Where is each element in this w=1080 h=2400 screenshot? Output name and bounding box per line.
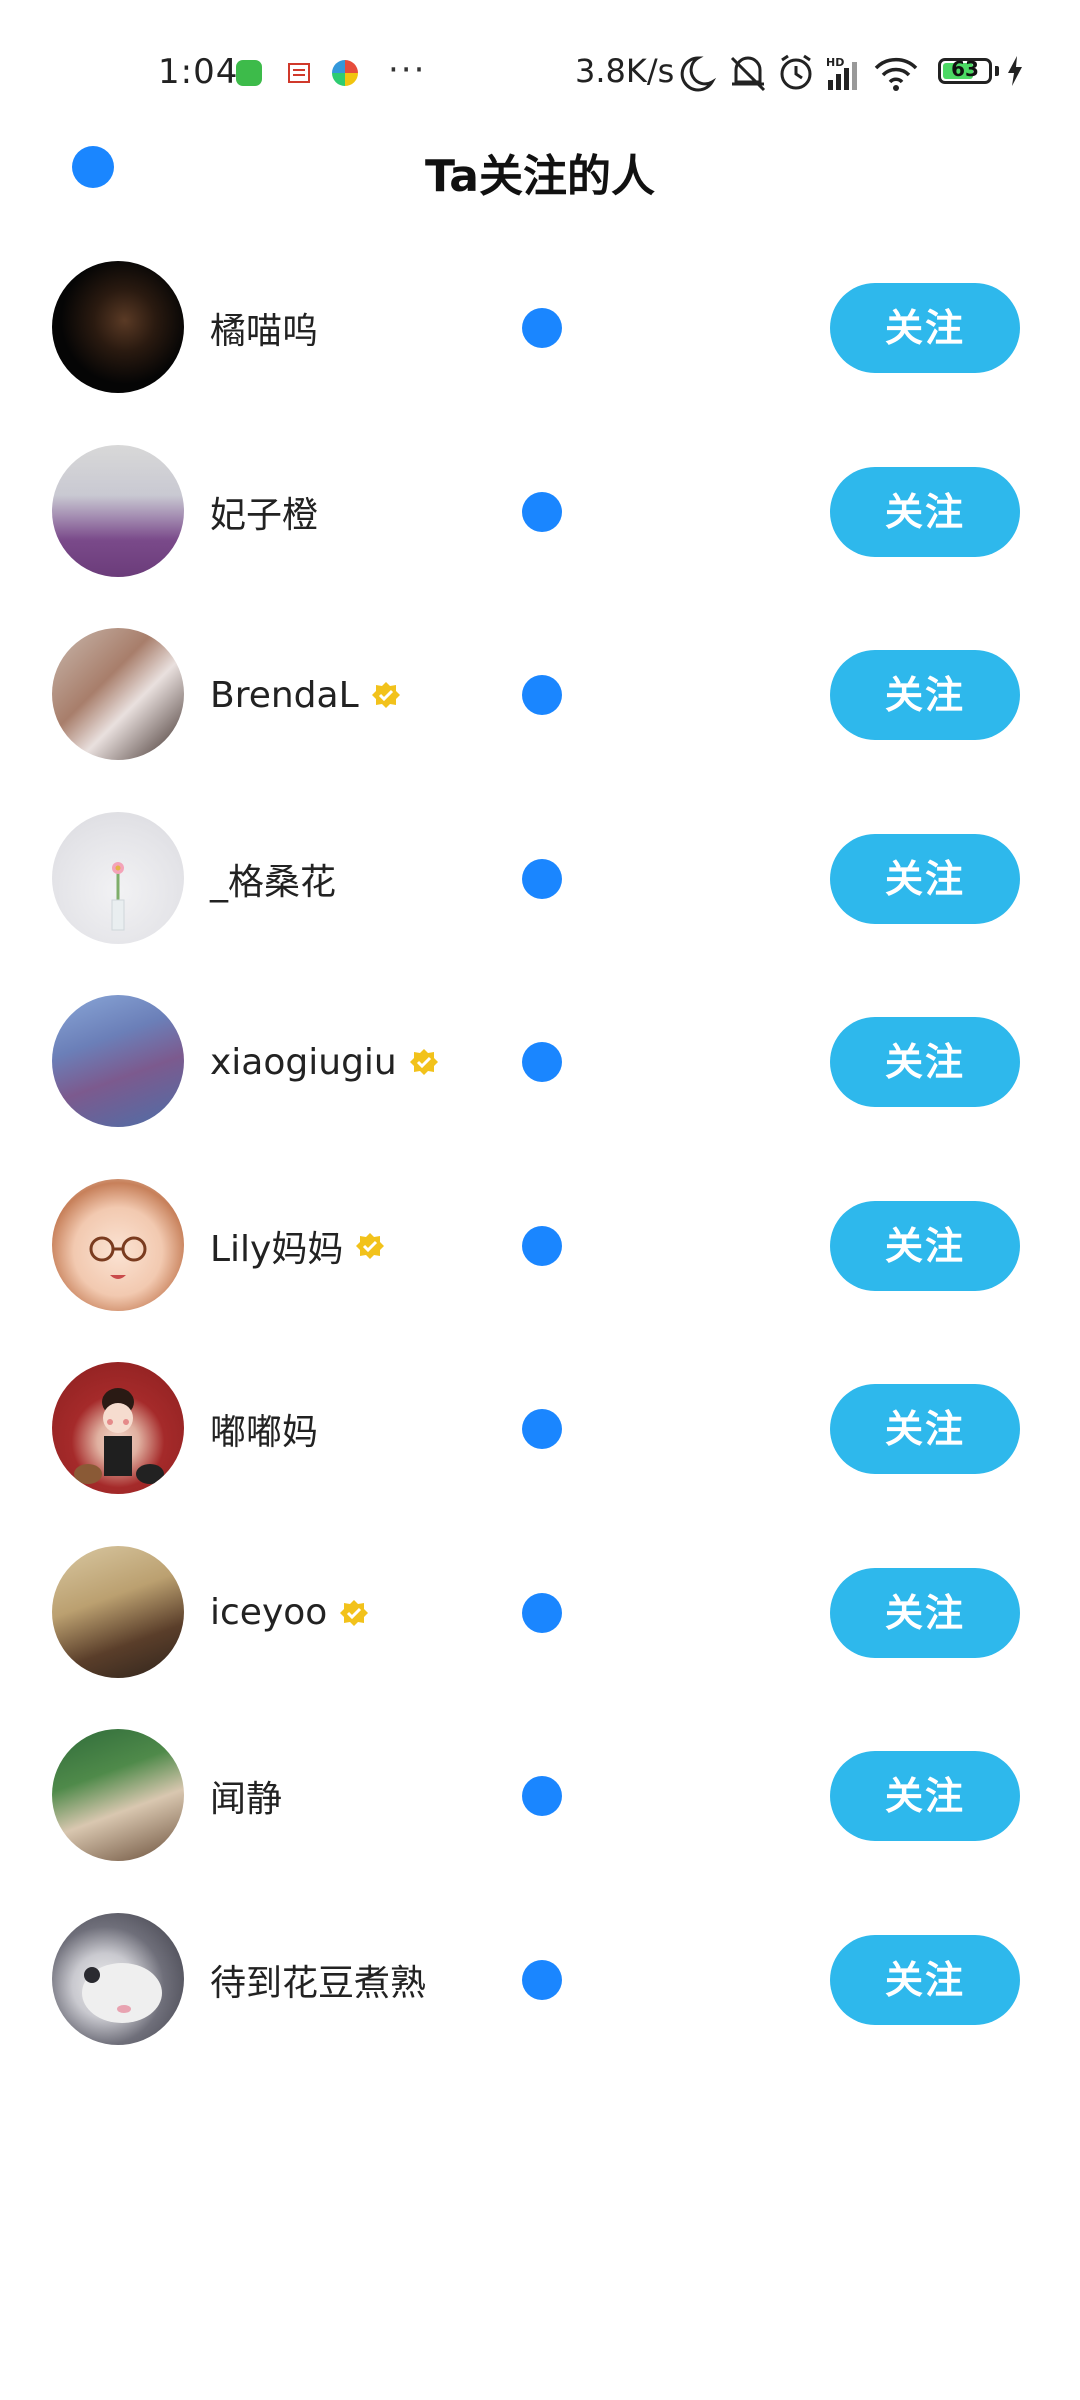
verified-badge-icon: [409, 1049, 438, 1075]
avatar[interactable]: [52, 995, 184, 1127]
list-item[interactable]: _格桑花 关注: [0, 806, 1080, 990]
verified-badge-icon: [340, 1599, 369, 1626]
list-item[interactable]: BrendaL 关注: [0, 622, 1080, 806]
status-dot: [522, 308, 562, 348]
status-dot: [522, 491, 562, 532]
svg-text:HD: HD: [826, 56, 844, 69]
list-item[interactable]: 闻静 关注: [0, 1723, 1080, 1907]
username-wrap: BrendaL: [210, 670, 401, 720]
avatar[interactable]: [52, 1545, 184, 1678]
status-dot: [522, 1959, 562, 2000]
battery-tip: [995, 66, 999, 76]
page-title: Ta关注的人: [424, 151, 656, 202]
username[interactable]: 妃子橙: [210, 486, 318, 538]
username-wrap: 橘喵呜: [210, 303, 318, 353]
signal-icon: HD: [826, 56, 857, 90]
avatar-cat-image: [82, 1962, 162, 2023]
status-time: 1:04: [158, 52, 239, 92]
app-notification-icon: [236, 60, 262, 86]
app-notification-icon: [332, 60, 358, 86]
avatar[interactable]: [52, 261, 184, 393]
status-dot: [522, 1042, 562, 1082]
list-item[interactable]: Lily妈妈 关注: [0, 1173, 1080, 1357]
username[interactable]: 待到花豆煮熟: [210, 1954, 426, 2006]
bell-off-icon: [730, 56, 766, 92]
username-wrap: 妃子橙: [210, 487, 318, 537]
avatar[interactable]: [52, 628, 184, 760]
follow-button[interactable]: 关注: [830, 1384, 1020, 1474]
status-dot: [522, 1592, 562, 1633]
avatar[interactable]: [52, 1178, 184, 1311]
avatar[interactable]: [52, 1912, 184, 2045]
avatar-cartoon-image: [89, 1236, 147, 1279]
verified-badge-icon: [356, 1232, 385, 1259]
wifi-icon: [874, 57, 918, 91]
username[interactable]: 闻静: [210, 1770, 282, 1822]
username[interactable]: xiaogiugiu: [210, 1042, 397, 1083]
app-notification-icon: [286, 60, 312, 86]
username-wrap: Lily妈妈: [210, 1221, 385, 1271]
username-wrap: iceyoo: [210, 1588, 369, 1638]
username-wrap: 待到花豆煮熟: [210, 1955, 426, 2005]
username[interactable]: Lily妈妈: [210, 1220, 343, 1272]
avatar[interactable]: [52, 444, 184, 577]
avatar[interactable]: [52, 1729, 184, 1861]
username-wrap: 闻静: [210, 1771, 282, 1821]
username[interactable]: 嘟嘟妈: [210, 1403, 318, 1455]
follow-button[interactable]: 关注: [830, 283, 1020, 373]
follow-button[interactable]: 关注: [830, 1751, 1020, 1841]
list-item[interactable]: 嘟嘟妈 关注: [0, 1356, 1080, 1540]
avatar[interactable]: [52, 1362, 184, 1494]
follow-button[interactable]: 关注: [830, 1017, 1020, 1107]
header: Ta关注的人: [0, 120, 1080, 220]
avatar[interactable]: [52, 811, 184, 944]
alarm-icon: [780, 54, 812, 90]
list-item[interactable]: 待到花豆煮熟 关注: [0, 1907, 1080, 2091]
overflow-dots: ···: [388, 50, 427, 90]
status-dot: [522, 1225, 562, 1266]
follow-button[interactable]: 关注: [830, 1567, 1020, 1658]
username-wrap: _格桑花: [210, 854, 336, 904]
status-icons: HD: [680, 54, 918, 92]
follow-list: 橘喵呜 关注 妃子橙 关注 BrendaL 关注 _格桑花 关注 xiaogiu…: [0, 255, 1080, 2090]
follow-button[interactable]: 关注: [830, 833, 1020, 924]
status-dot: [522, 675, 562, 715]
avatar-cartoon-image: [74, 1388, 164, 1484]
username[interactable]: 橘喵呜: [210, 302, 318, 354]
username-wrap: xiaogiugiu: [210, 1037, 439, 1087]
moon-icon: [680, 56, 717, 92]
username[interactable]: iceyoo: [210, 1592, 327, 1633]
list-item[interactable]: xiaogiugiu 关注: [0, 989, 1080, 1173]
username[interactable]: BrendaL: [210, 675, 359, 716]
follow-button[interactable]: 关注: [830, 1200, 1020, 1291]
username-wrap: 嘟嘟妈: [210, 1404, 318, 1454]
list-item[interactable]: 橘喵呜 关注: [0, 255, 1080, 439]
charging-icon: [1008, 56, 1022, 86]
follow-button[interactable]: 关注: [830, 650, 1020, 740]
status-dot: [522, 858, 562, 899]
verified-badge-icon: [371, 682, 400, 708]
status-dot: [522, 1409, 562, 1449]
battery-level-text: 63: [951, 57, 979, 81]
list-item[interactable]: iceyoo 关注: [0, 1540, 1080, 1724]
username[interactable]: _格桑花: [210, 853, 336, 905]
avatar-flower-image: [111, 861, 125, 930]
follow-button[interactable]: 关注: [830, 466, 1020, 557]
battery-icon: 63: [938, 57, 992, 84]
list-item[interactable]: 妃子橙 关注: [0, 439, 1080, 623]
network-speed: 3.8K/s: [575, 52, 675, 90]
follow-button[interactable]: 关注: [830, 1934, 1020, 2025]
screen: 1:04 ··· 3.8K/s HD 63 Ta关注的人 橘喵呜 关注 妃子橙 …: [0, 0, 1080, 2400]
status-dot: [522, 1776, 562, 1816]
